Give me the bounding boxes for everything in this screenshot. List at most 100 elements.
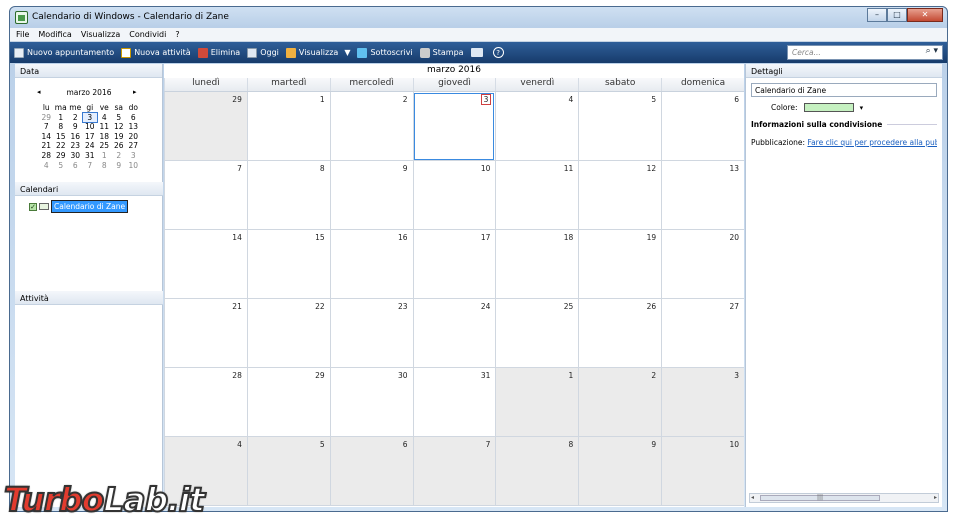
day-cell[interactable]: 29 — [246, 368, 330, 437]
day-cell[interactable]: 10 — [412, 161, 496, 230]
day-cell[interactable]: 28 — [164, 368, 247, 437]
mini-day[interactable]: 2 — [112, 151, 127, 161]
day-cell[interactable]: 30 — [329, 368, 413, 437]
mini-day[interactable]: 10 — [83, 122, 98, 132]
mini-day[interactable]: 29 — [54, 151, 69, 161]
day-cell[interactable]: 2 — [329, 92, 413, 161]
mini-day[interactable]: 22 — [54, 141, 69, 151]
day-cell[interactable]: 9 — [329, 161, 413, 230]
mini-day[interactable]: 7 — [39, 122, 54, 132]
new-appointment-button[interactable]: Nuovo appuntamento — [14, 47, 114, 58]
scroll-thumb[interactable]: ||| — [760, 495, 880, 501]
info-button[interactable] — [470, 48, 486, 57]
calendar-name-editor[interactable]: Calendario di Zane — [51, 200, 129, 213]
prev-month-button[interactable]: ◂ — [37, 88, 41, 96]
subscribe-button[interactable]: Sottoscrivi — [357, 47, 413, 58]
day-cell[interactable]: 6 — [661, 92, 744, 161]
day-cell[interactable]: 24 — [412, 299, 496, 368]
mini-day[interactable]: 4 — [97, 113, 112, 123]
mini-day[interactable]: 10 — [126, 161, 141, 171]
day-cell[interactable]: 10 — [661, 437, 744, 506]
day-cell[interactable]: 17 — [412, 230, 496, 299]
mini-day[interactable]: 14 — [39, 132, 54, 142]
calendar-visible-checkbox[interactable]: ✓ — [29, 202, 37, 211]
mini-day[interactable]: 19 — [112, 132, 127, 142]
mini-day[interactable]: 25 — [97, 141, 112, 151]
mini-day[interactable]: 17 — [83, 132, 98, 142]
day-cell[interactable]: 16 — [329, 230, 413, 299]
day-cell[interactable]: 5 — [578, 92, 662, 161]
help-button[interactable]: ? — [492, 47, 504, 58]
mini-day[interactable]: 9 — [112, 161, 127, 171]
close-button[interactable]: ✕ — [907, 8, 943, 22]
mini-day[interactable]: 6 — [68, 161, 83, 171]
day-cell[interactable]: 5 — [246, 437, 330, 506]
new-task-button[interactable]: Nuova attività — [121, 47, 191, 58]
day-cell[interactable]: 6 — [329, 437, 413, 506]
day-cell[interactable]: 14 — [164, 230, 247, 299]
mini-day[interactable]: 7 — [83, 161, 98, 171]
calendar-list-item[interactable]: ✓ Calendario di Zane — [29, 200, 163, 213]
maximize-button[interactable]: □ — [887, 8, 907, 22]
print-button[interactable]: Stampa — [419, 47, 464, 58]
today-button[interactable]: Oggi — [247, 47, 279, 58]
day-cell[interactable]: 8 — [246, 161, 330, 230]
menu-help[interactable]: ? — [175, 30, 179, 39]
minimize-button[interactable]: – — [867, 8, 887, 22]
chevron-down-icon[interactable]: ▾ — [860, 104, 864, 112]
mini-day[interactable]: 20 — [126, 132, 141, 142]
day-cell[interactable]: 4 — [495, 92, 579, 161]
mini-day[interactable]: 8 — [54, 122, 69, 132]
menu-condividi[interactable]: Condividi — [129, 30, 166, 39]
day-cell[interactable]: 25 — [495, 299, 579, 368]
day-cell[interactable]: 7 — [164, 161, 247, 230]
mini-day[interactable]: 5 — [112, 113, 127, 123]
day-cell[interactable]: 18 — [495, 230, 579, 299]
day-cell[interactable]: 20 — [661, 230, 744, 299]
mini-day[interactable]: 11 — [97, 122, 112, 132]
day-cell[interactable]: 1 — [246, 92, 330, 161]
mini-day[interactable]: 31 — [83, 151, 98, 161]
menu-visualizza[interactable]: Visualizza — [81, 30, 120, 39]
mini-day[interactable]: 6 — [126, 113, 141, 123]
day-cell[interactable]: 13 — [661, 161, 744, 230]
mini-day[interactable]: 30 — [68, 151, 83, 161]
menu-file[interactable]: File — [16, 30, 29, 39]
day-cell[interactable]: 9 — [578, 437, 662, 506]
mini-day[interactable]: 12 — [112, 122, 127, 132]
mini-day[interactable]: 4 — [39, 161, 54, 171]
mini-day[interactable]: 21 — [39, 141, 54, 151]
mini-day[interactable]: 18 — [97, 132, 112, 142]
mini-day[interactable]: 1 — [54, 113, 69, 123]
mini-day[interactable]: 2 — [68, 113, 83, 123]
view-button[interactable]: Visualizza ▼ — [285, 47, 350, 58]
mini-day[interactable]: 26 — [112, 141, 127, 151]
day-cell[interactable]: 11 — [495, 161, 579, 230]
mini-day[interactable]: 16 — [68, 132, 83, 142]
mini-day[interactable]: 3 — [126, 151, 141, 161]
mini-day[interactable]: 1 — [97, 151, 112, 161]
day-cell[interactable]: 15 — [246, 230, 330, 299]
calendar-name-field[interactable]: Calendario di Zane — [751, 83, 937, 97]
day-cell[interactable]: 22 — [246, 299, 330, 368]
mini-day[interactable]: 9 — [68, 122, 83, 132]
delete-button[interactable]: Elimina — [197, 47, 240, 58]
mini-day[interactable]: 28 — [39, 151, 54, 161]
mini-day[interactable]: 24 — [83, 141, 98, 151]
mini-day[interactable]: 15 — [54, 132, 69, 142]
mini-day-selected[interactable]: 3 — [81, 111, 98, 124]
next-month-button[interactable]: ▸ — [133, 88, 137, 96]
day-cell[interactable]: 23 — [329, 299, 413, 368]
mini-day[interactable]: 27 — [126, 141, 141, 151]
day-cell[interactable]: 26 — [578, 299, 662, 368]
search-input[interactable]: Cerca... ⌕ ▾ — [787, 45, 943, 60]
day-cell[interactable]: 31 — [412, 368, 496, 437]
mini-day[interactable]: 8 — [97, 161, 112, 171]
color-picker[interactable] — [803, 103, 854, 112]
day-cell[interactable]: 19 — [578, 230, 662, 299]
day-cell[interactable]: 21 — [164, 299, 247, 368]
day-cell-today[interactable]: 3 — [412, 92, 496, 161]
day-cell[interactable]: 8 — [495, 437, 579, 506]
menu-modifica[interactable]: Modifica — [38, 30, 71, 39]
mini-day[interactable]: 13 — [126, 122, 141, 132]
